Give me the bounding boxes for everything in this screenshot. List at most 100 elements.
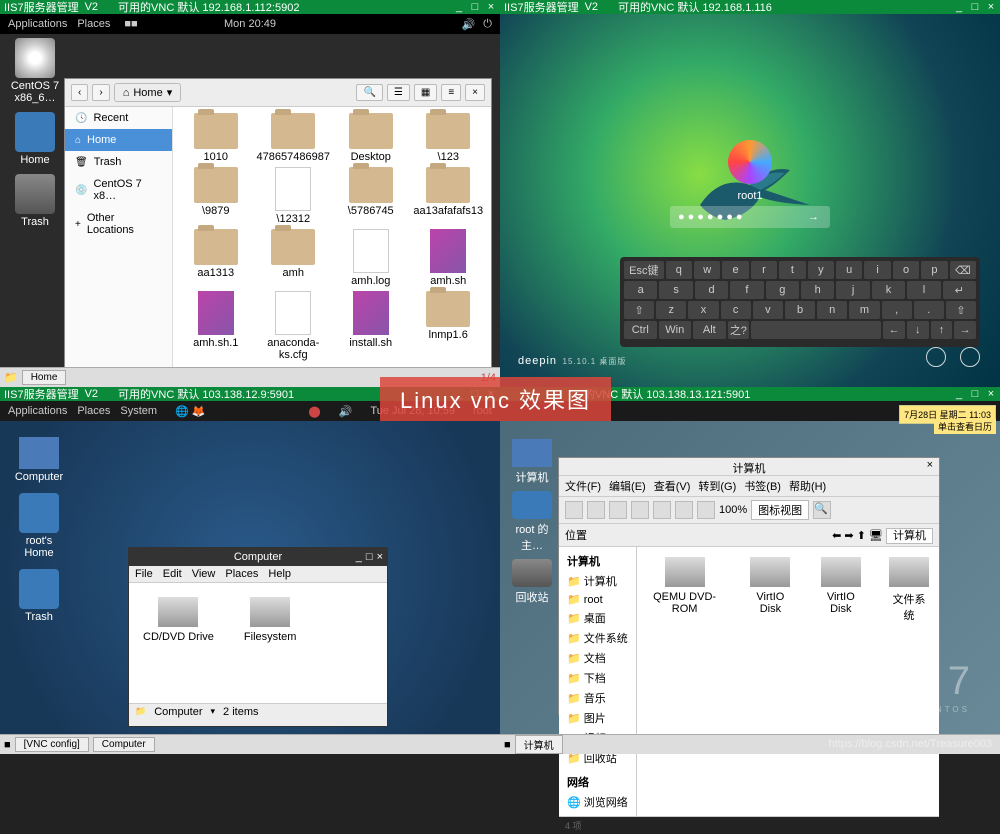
key[interactable]: d <box>695 281 728 299</box>
key[interactable]: n <box>817 301 847 319</box>
key[interactable]: y <box>808 261 834 279</box>
key[interactable]: e <box>722 261 748 279</box>
key[interactable]: p <box>921 261 947 279</box>
window-controls[interactable]: _□× <box>454 1 496 13</box>
keyboard-icon[interactable] <box>926 347 946 367</box>
key[interactable]: ↓ <box>907 321 929 339</box>
menu-item[interactable]: 查看(V) <box>654 478 691 494</box>
sidebar-item[interactable]: 📁 音乐 <box>563 688 632 708</box>
file-item[interactable]: 1010 <box>179 113 253 163</box>
volume-icon[interactable]: 🔊 <box>462 18 476 31</box>
key[interactable]: s <box>659 281 692 299</box>
menu-item[interactable]: 书签(B) <box>744 478 781 494</box>
key[interactable]: q <box>666 261 692 279</box>
key[interactable]: b <box>785 301 815 319</box>
view-list-button[interactable]: ☰ <box>387 84 410 101</box>
key[interactable]: ⇧ <box>946 301 976 319</box>
sidebar-trash[interactable]: 🗑 Trash <box>65 151 172 173</box>
key[interactable]: Ctrl <box>624 321 657 339</box>
key[interactable]: a <box>624 281 657 299</box>
trash-desktop-icon[interactable]: Trash <box>10 174 60 228</box>
sidebar-item[interactable]: 📁 图片 <box>563 708 632 728</box>
key[interactable]: Win <box>659 321 692 339</box>
menu-bar[interactable]: FileEditViewPlacesHelp <box>129 566 387 583</box>
file-item[interactable]: aa1313 <box>179 229 253 287</box>
file-item[interactable]: Desktop <box>334 113 408 163</box>
home-icon[interactable]: root 的主… <box>510 491 554 553</box>
user-avatar[interactable] <box>728 140 772 184</box>
menu-item[interactable]: 转到(G) <box>698 478 736 494</box>
sidebar-item[interactable]: 🌐 浏览网络 <box>563 792 632 812</box>
file-item[interactable]: \123 <box>412 113 486 163</box>
close-button[interactable]: × <box>465 84 485 101</box>
applications-menu[interactable]: Applications <box>8 18 67 30</box>
sidebar-other[interactable]: + Other Locations <box>65 207 172 241</box>
trash-icon[interactable]: Trash <box>14 569 64 623</box>
path-bar[interactable]: ⌂ Home ▾ <box>114 83 182 102</box>
places-menu[interactable]: Places <box>77 18 110 30</box>
search-button[interactable]: 🔍 <box>813 501 831 519</box>
close-button[interactable]: × <box>927 459 933 471</box>
forward-button[interactable]: › <box>92 84 109 101</box>
filesystem[interactable]: Filesystem <box>244 597 297 689</box>
menu-item[interactable]: File <box>135 568 153 580</box>
file-item[interactable]: aa13afafafs13 <box>412 167 486 225</box>
key[interactable]: h <box>801 281 834 299</box>
file-item[interactable]: amh <box>257 229 331 287</box>
key[interactable]: ⌫ <box>950 261 976 279</box>
file-item[interactable]: lnmp1.6 <box>412 291 486 361</box>
drive-item[interactable]: VirtIO Disk <box>819 557 863 615</box>
file-item[interactable]: amh.sh <box>412 229 486 287</box>
sidebar-recent[interactable]: 🕓 Recent <box>65 107 172 129</box>
sidebar-item[interactable]: 📁 计算机 <box>563 571 632 591</box>
sidebar-item[interactable]: 📁 文档 <box>563 648 632 668</box>
shutdown-icon[interactable] <box>960 347 980 367</box>
drive-item[interactable]: VirtIO Disk <box>748 557 792 615</box>
file-item[interactable]: \9879 <box>179 167 253 225</box>
key[interactable]: k <box>872 281 905 299</box>
password-input[interactable]: ●●●●●●●→ <box>670 206 830 228</box>
file-item[interactable]: anaconda-ks.cfg <box>257 291 331 361</box>
menu-item[interactable]: Help <box>268 568 291 580</box>
computer-icon[interactable]: Computer <box>14 437 64 483</box>
pc-button[interactable] <box>697 501 715 519</box>
key[interactable]: ↑ <box>931 321 953 339</box>
stop-button[interactable] <box>631 501 649 519</box>
key[interactable]: , <box>882 301 912 319</box>
key[interactable]: . <box>914 301 944 319</box>
view-grid-button[interactable]: ▦ <box>414 84 437 101</box>
file-item[interactable]: \12312 <box>257 167 331 225</box>
sidebar-disk[interactable]: 💿 CentOS 7 x8… <box>65 173 172 207</box>
file-item[interactable]: 478657486987 <box>257 113 331 163</box>
taskbar-tab-vnc[interactable]: [VNC config] <box>15 737 89 752</box>
window-titlebar[interactable]: 计算机× <box>559 458 939 476</box>
computer-icon[interactable]: 计算机 <box>510 439 554 485</box>
menu-item[interactable]: 帮助(H) <box>789 478 826 494</box>
fwd-button[interactable] <box>587 501 605 519</box>
power-icon[interactable]: ⏻ <box>483 18 492 31</box>
key[interactable]: x <box>688 301 718 319</box>
key[interactable]: Alt <box>693 321 726 339</box>
key[interactable]: r <box>751 261 777 279</box>
sidebar-item[interactable]: 📁 下档 <box>563 668 632 688</box>
sidebar-item[interactable]: 📁 root <box>563 591 632 608</box>
window-controls[interactable]: _□× <box>954 388 996 400</box>
key[interactable]: w <box>694 261 720 279</box>
menu-item[interactable]: Edit <box>163 568 182 580</box>
sidebar-item[interactable]: 📁 文件系统 <box>563 628 632 648</box>
menu-button[interactable]: ≡ <box>441 84 461 101</box>
drive-item[interactable]: 文件系统 <box>889 557 929 623</box>
key[interactable]: f <box>730 281 763 299</box>
home-desktop-icon[interactable]: Home <box>10 112 60 166</box>
key[interactable]: ⇧ <box>624 301 654 319</box>
key[interactable]: j <box>836 281 869 299</box>
sidebar-item[interactable]: 📁 桌面 <box>563 608 632 628</box>
reload-button[interactable] <box>653 501 671 519</box>
key[interactable]: 之? <box>728 321 750 339</box>
key[interactable]: c <box>721 301 751 319</box>
onscreen-keyboard[interactable]: Esc键qwertyuiop⌫asdfghjkl↵⇧zxcvbnm,.⇧Ctrl… <box>620 257 980 347</box>
home-icon[interactable]: root's Home <box>14 493 64 559</box>
back-button[interactable] <box>565 501 583 519</box>
search-button[interactable]: 🔍 <box>356 84 382 101</box>
drive-item[interactable]: QEMU DVD-ROM <box>647 557 722 615</box>
